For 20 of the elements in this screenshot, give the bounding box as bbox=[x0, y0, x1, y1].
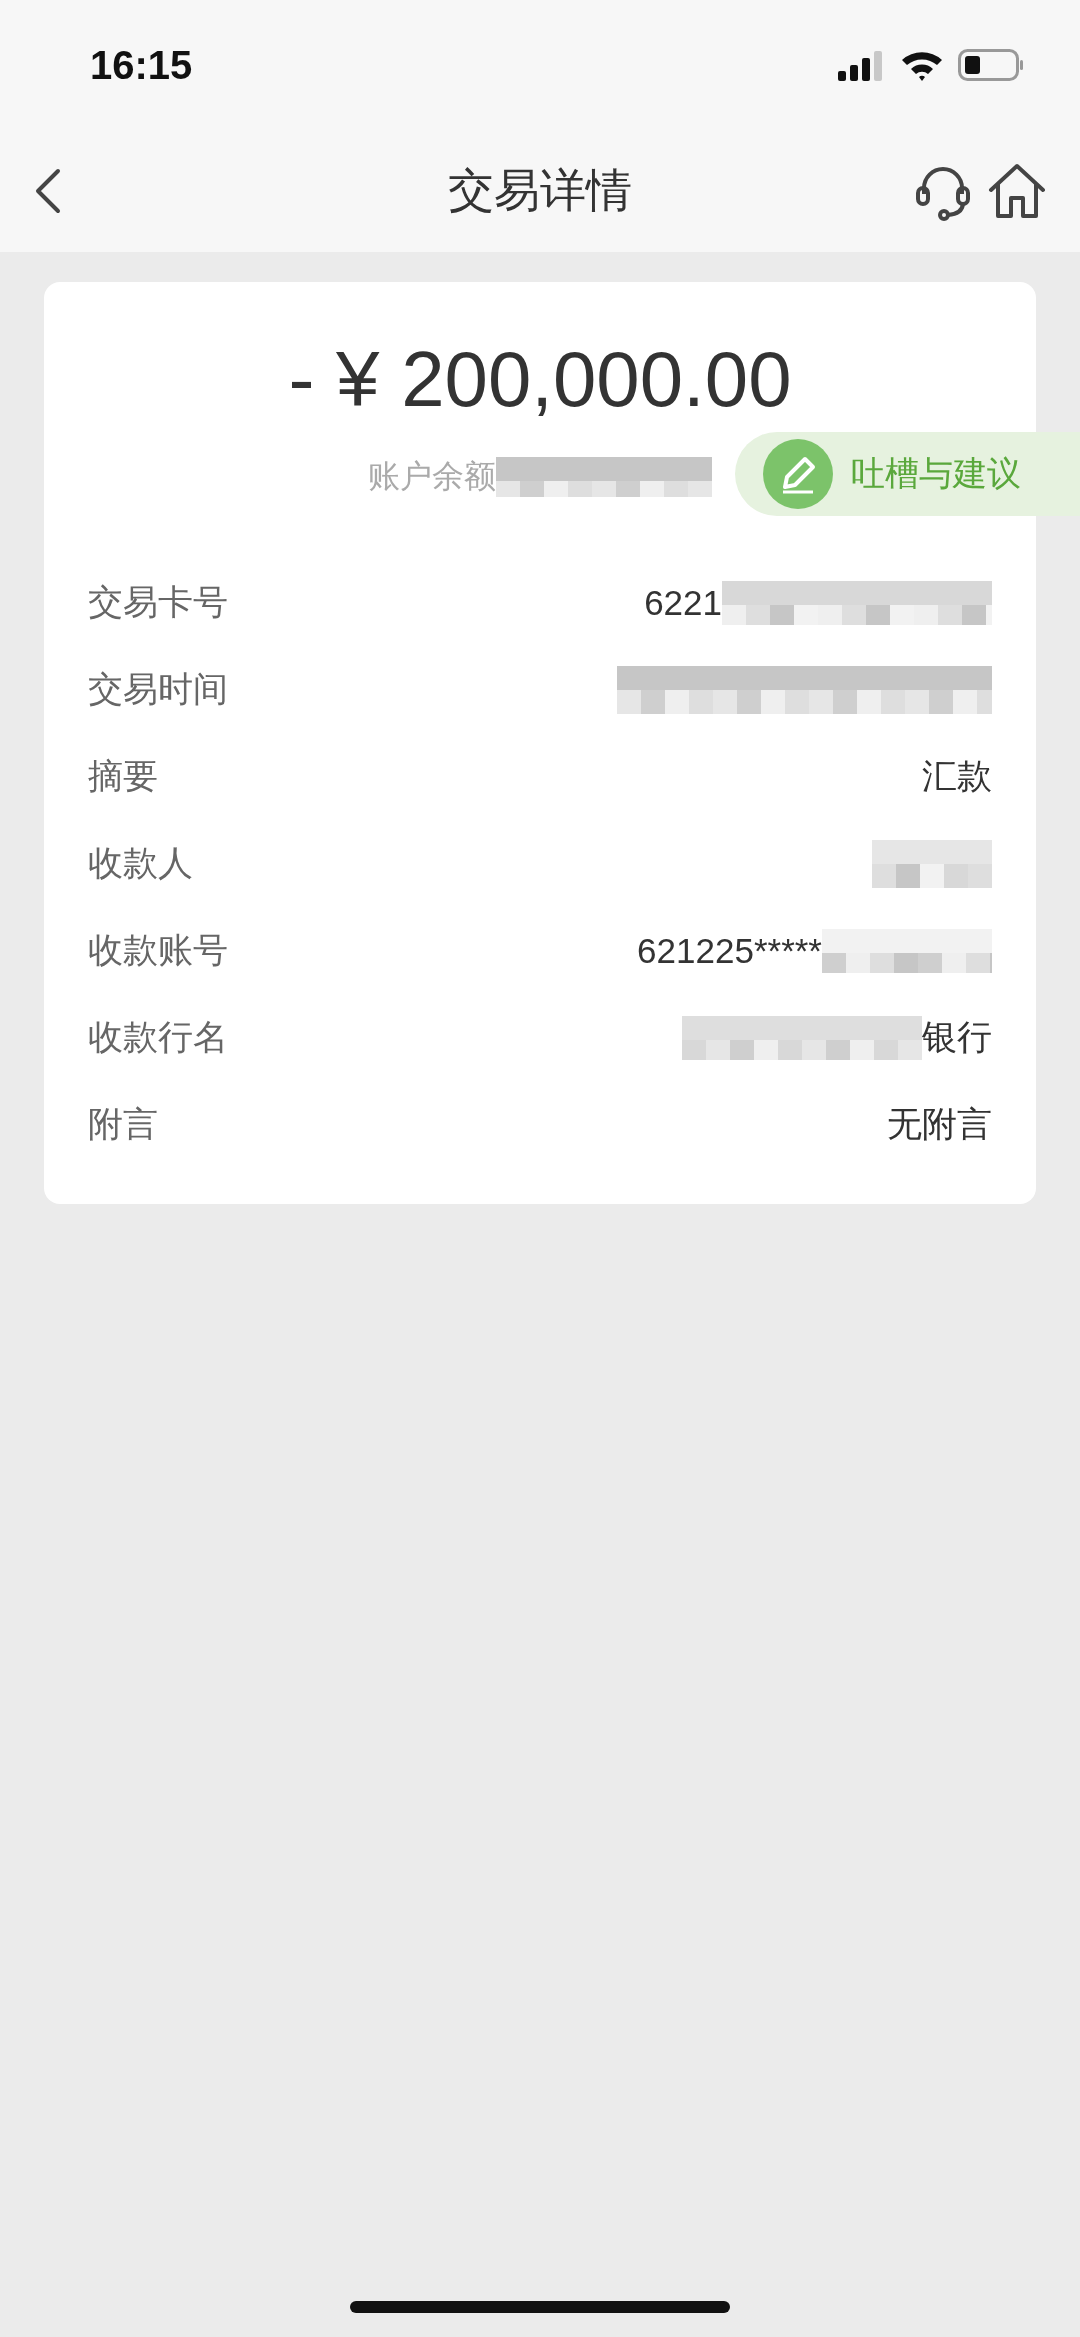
detail-value: 6221 bbox=[644, 582, 722, 623]
balance-label: 账户余额 bbox=[368, 456, 496, 497]
wifi-icon bbox=[900, 49, 944, 81]
detail-label: 收款行名 bbox=[88, 1016, 228, 1059]
detail-value: 无附言 bbox=[887, 1103, 992, 1145]
detail-value: 621225***** bbox=[637, 930, 822, 971]
detail-label: 附言 bbox=[88, 1103, 158, 1146]
pencil-icon bbox=[763, 439, 833, 509]
battery-icon bbox=[958, 49, 1024, 81]
detail-label: 交易时间 bbox=[88, 668, 228, 711]
detail-label: 收款人 bbox=[88, 842, 193, 885]
detail-value: 汇款 bbox=[922, 755, 992, 797]
page-title: 交易详情 bbox=[448, 163, 632, 217]
detail-label: 摘要 bbox=[88, 755, 158, 798]
feedback-button[interactable]: 吐槽与建议 bbox=[735, 432, 1080, 516]
detail-value: 银行 bbox=[922, 1016, 992, 1058]
transaction-amount: - ¥ 200,000.00 bbox=[288, 334, 792, 425]
detail-label: 交易卡号 bbox=[88, 581, 228, 624]
detail-label: 收款账号 bbox=[88, 929, 228, 972]
status-time: 16:15 bbox=[90, 42, 193, 88]
